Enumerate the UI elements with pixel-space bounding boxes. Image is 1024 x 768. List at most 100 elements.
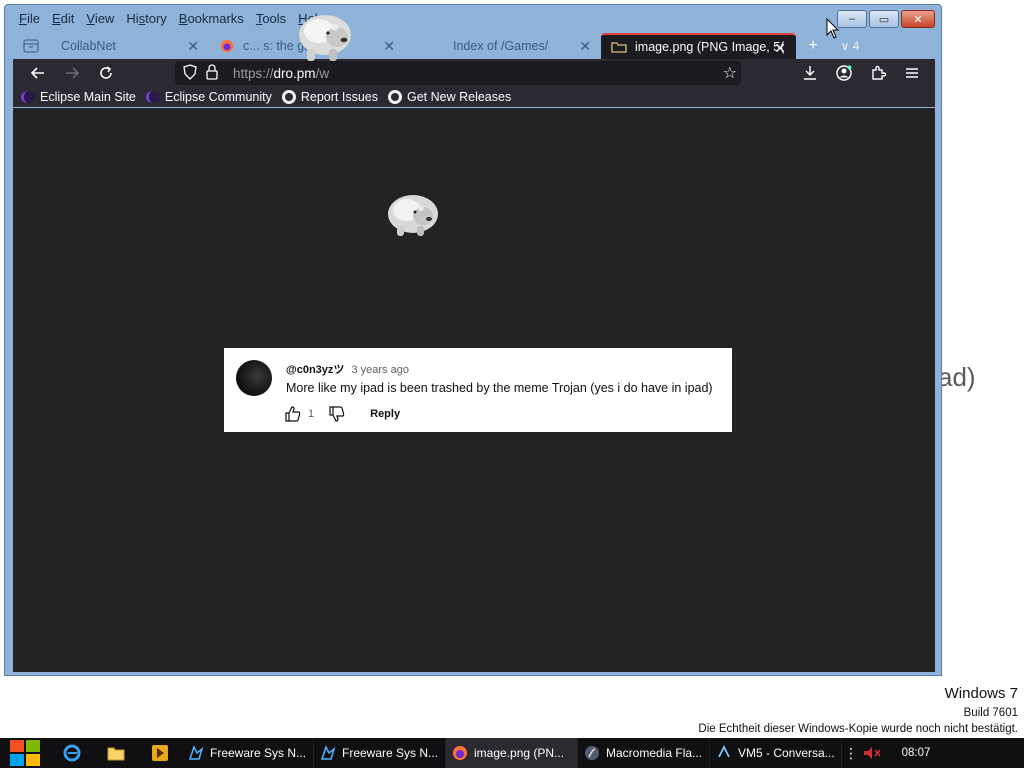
reply-button[interactable]: Reply: [370, 408, 400, 420]
page-content: @c0n3yzツ 3 years ago More like my ipad i…: [13, 108, 935, 672]
task-label: Macromedia Fla...: [606, 746, 703, 760]
menu-history[interactable]: History: [120, 8, 172, 30]
tab-collabnet[interactable]: CollabNet ✕: [13, 33, 209, 59]
bookmark-eclipse-community[interactable]: Eclipse Community: [145, 90, 272, 104]
tab-close-icon[interactable]: ✕: [579, 38, 591, 55]
taskbar-task[interactable]: VM5 - Conversa...: [710, 738, 842, 768]
account-icon: [836, 65, 852, 81]
bookmark-get-new-releases[interactable]: Get New Releases: [387, 90, 512, 104]
internet-explorer-icon: [63, 744, 81, 762]
navigation-toolbar: https://dro.pm/w ☆: [13, 59, 935, 87]
comment-author[interactable]: @c0n3yzツ: [286, 364, 344, 376]
polar-bear-image: [388, 195, 438, 236]
bookmark-star-icon[interactable]: ☆: [723, 63, 737, 83]
bookmark-label: Get New Releases: [406, 90, 512, 104]
menu-edit[interactable]: Edit: [46, 8, 80, 30]
task-label: Freeware Sys N...: [210, 746, 307, 760]
taskbar-task[interactable]: Macromedia Fla...: [578, 738, 710, 768]
system-clock[interactable]: 08:07: [886, 747, 946, 759]
firefox-icon: [219, 39, 235, 53]
volume-muted-icon[interactable]: [860, 745, 886, 761]
account-button[interactable]: [827, 59, 861, 87]
browser-window: File Edit View History Bookmarks Tools H…: [4, 4, 942, 676]
windows-build-label: Build 7601: [963, 707, 1018, 719]
github-icon: [281, 90, 296, 104]
comment-text: More like my ipad is been trashed by the…: [286, 381, 713, 395]
taskbar-task[interactable]: Freeware Sys N...: [182, 738, 314, 768]
tab-close-icon[interactable]: ✕: [187, 38, 199, 55]
bookmark-label: Eclipse Community: [164, 90, 272, 104]
minimize-button[interactable]: –: [837, 10, 867, 28]
app-icon: [320, 745, 336, 760]
menu-bookmarks[interactable]: Bookmarks: [173, 8, 250, 30]
start-button[interactable]: [0, 738, 50, 768]
hamburger-icon: [906, 68, 918, 78]
github-icon: [387, 90, 402, 104]
like-count: 1: [308, 408, 315, 420]
firefox-icon: [453, 746, 467, 760]
new-tab-button[interactable]: +: [796, 33, 830, 59]
tray-overflow-icon[interactable]: ⋮: [842, 745, 860, 762]
menu-file[interactable]: File: [13, 8, 46, 30]
app-icon: [188, 745, 204, 760]
bookmark-label: Report Issues: [300, 90, 378, 104]
youtube-comment: @c0n3yzツ 3 years ago More like my ipad i…: [224, 348, 732, 432]
windows-activation-notice: Die Echtheit dieser Windows-Kopie wurde …: [698, 723, 1018, 735]
reload-icon: [100, 66, 112, 79]
taskbar-media-button[interactable]: [138, 738, 182, 768]
tab-count: 4: [852, 39, 860, 53]
avatar[interactable]: [236, 360, 272, 396]
tab-image-png[interactable]: image.png (PNG Image, 5( ✕: [601, 33, 796, 59]
chevron-down-icon: ∨: [840, 39, 853, 53]
image-icon: [611, 40, 627, 54]
toolbar-right: [793, 59, 929, 87]
task-label: VM5 - Conversa...: [738, 746, 835, 760]
flash-icon: [585, 746, 599, 760]
taskbar-task[interactable]: image.png (PN...: [446, 738, 578, 768]
menu-bar: File Edit View History Bookmarks Tools H…: [13, 8, 331, 30]
eclipse-icon: [145, 91, 160, 103]
restore-button[interactable]: ▭: [869, 10, 899, 28]
taskbar-explorer-button[interactable]: [94, 738, 138, 768]
menu-tools[interactable]: Tools: [250, 8, 292, 30]
app-menu-button[interactable]: [895, 59, 929, 87]
tab-close-icon[interactable]: ✕: [774, 40, 786, 57]
arrow-right-icon: [66, 67, 80, 79]
url-bar[interactable]: https://dro.pm/w ☆: [175, 61, 741, 85]
bookmark-eclipse-main[interactable]: Eclipse Main Site: [21, 90, 136, 104]
system-tray: ⋮ 08:07: [842, 738, 946, 768]
forward-button[interactable]: [55, 59, 89, 87]
thumbs-up-icon[interactable]: [284, 405, 302, 423]
desktop-window-fragment: ad): [938, 362, 976, 392]
back-button[interactable]: [21, 59, 55, 87]
tab-title: CollabNet: [61, 39, 116, 53]
taskbar: Freeware Sys N... Freeware Sys N... imag…: [0, 738, 1024, 768]
bookmark-report-issues[interactable]: Report Issues: [281, 90, 378, 104]
arrow-left-icon: [30, 67, 44, 79]
close-button[interactable]: ✕: [901, 10, 935, 28]
windows-version-label: Windows 7: [944, 685, 1018, 702]
thumbs-down-icon[interactable]: [328, 405, 346, 423]
tab-strip: CollabNet ✕ c... s: the game ✕ Index of …: [13, 33, 935, 59]
lock-icon[interactable]: [205, 63, 223, 83]
downloads-button[interactable]: [793, 59, 827, 87]
folder-icon: [107, 747, 125, 761]
mouse-cursor-icon: [826, 18, 840, 39]
extensions-button[interactable]: [861, 59, 895, 87]
menu-view[interactable]: View: [80, 8, 120, 30]
taskbar-task[interactable]: Freeware Sys N...: [314, 738, 446, 768]
bookmarks-toolbar: Eclipse Main Site Eclipse Community Repo…: [13, 87, 935, 107]
vm-icon: [718, 745, 730, 758]
shield-icon[interactable]: [183, 63, 201, 83]
reload-button[interactable]: [89, 59, 123, 87]
download-icon: [804, 66, 816, 80]
bookmark-label: Eclipse Main Site: [40, 90, 136, 104]
puzzle-icon: [872, 65, 886, 80]
tab-title: image.png (PNG Image, 5(: [635, 40, 785, 54]
tab-index-games[interactable]: Index of /Games/ ✕: [405, 33, 601, 59]
comment-timestamp[interactable]: 3 years ago: [351, 364, 408, 376]
url-path: /w: [315, 65, 330, 81]
windows-logo-icon: [10, 740, 40, 766]
taskbar-ie-button[interactable]: [50, 738, 94, 768]
tab-close-icon[interactable]: ✕: [383, 38, 395, 55]
